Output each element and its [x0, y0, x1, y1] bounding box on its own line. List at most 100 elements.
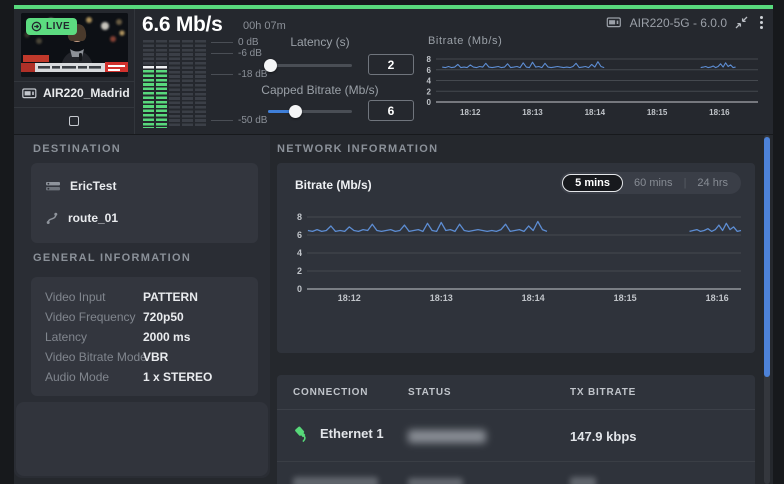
app-window: LIVE AIR220_Madrid 6.6 Mb/s 00h 07m 0 dB…: [0, 0, 784, 484]
info-label: Video Bitrate Mode: [45, 350, 147, 364]
destination-item[interactable]: EricTest: [45, 179, 116, 193]
collapse-panel-button[interactable]: [735, 16, 748, 29]
meter-scale-label: -18 dB: [238, 69, 267, 80]
info-label: Video Frequency: [45, 310, 136, 324]
range-tab-60-mins[interactable]: 60 mins: [623, 177, 684, 189]
kebab-dot: [760, 26, 763, 29]
destination-item[interactable]: route_01: [45, 211, 118, 225]
destination-label: route_01: [68, 211, 118, 225]
meter-segments: [143, 70, 154, 128]
general-info-card: Video InputPATTERN Video Frequency 720p50…: [31, 277, 258, 396]
bitrate-chart: 0246818:1218:1318:1418:1518:16: [283, 205, 749, 345]
transmitter-icon: [22, 88, 37, 99]
divider: [277, 461, 755, 462]
info-value: VBR: [143, 350, 168, 364]
svg-text:8: 8: [427, 55, 432, 64]
mini-bitrate-chart: 0246818:1218:1318:1418:1518:16: [420, 47, 772, 129]
transmitter-icon: [606, 17, 622, 28]
header-actions: AIR220-5G - 6.0.0: [606, 15, 767, 30]
svg-text:8: 8: [297, 212, 302, 222]
info-value: 720p50: [143, 310, 184, 324]
svg-text:18:15: 18:15: [647, 108, 668, 117]
header-bar: LIVE AIR220_Madrid 6.6 Mb/s 00h 07m 0 dB…: [14, 5, 773, 134]
destination-card: EricTest route_01: [31, 163, 258, 243]
more-options-button[interactable]: [756, 15, 767, 30]
latency-slider-handle[interactable]: [264, 59, 277, 72]
tx-bitrate-value: 147.9 kbps: [570, 429, 637, 444]
partial-row-bitrate-redacted: [570, 477, 596, 484]
video-thumbnail[interactable]: LIVE: [21, 13, 128, 77]
capped-bitrate-slider-handle[interactable]: [289, 105, 302, 118]
svg-text:6: 6: [427, 66, 432, 75]
meter-segments: [143, 40, 154, 66]
info-row: Video Frequency 720p50: [45, 310, 245, 326]
latency-input[interactable]: 2: [368, 54, 414, 75]
svg-text:18:12: 18:12: [460, 108, 481, 117]
info-value: PATTERN: [143, 290, 198, 304]
svg-text:18:14: 18:14: [522, 293, 545, 303]
select-checkbox[interactable]: [69, 116, 79, 126]
meter-segments: [195, 40, 206, 128]
meter-column: [182, 40, 193, 128]
live-label: LIVE: [46, 21, 70, 32]
meter-segments: [169, 40, 180, 128]
partial-row-connection-redacted: [293, 477, 378, 484]
connections-table-card: CONNECTION STATUS TX BITRATE Ethernet 1 …: [277, 375, 755, 484]
live-badge: LIVE: [26, 18, 77, 35]
column-header-status: STATUS: [408, 387, 451, 398]
receiver-icon: [45, 180, 61, 192]
capped-bitrate-slider[interactable]: [268, 110, 352, 113]
meter-scale-label: 0 dB: [238, 37, 259, 48]
svg-text:18:12: 18:12: [338, 293, 361, 303]
meter-segments: [156, 70, 167, 128]
mini-chart-title: Bitrate (Mb/s): [428, 35, 502, 47]
device-name-row[interactable]: AIR220_Madrid: [22, 82, 132, 104]
info-value: 1 x STEREO: [143, 370, 212, 384]
meter-scale-label: -6 dB: [238, 48, 262, 59]
device-summary-column: LIVE AIR220_Madrid: [14, 9, 135, 134]
latency-slider[interactable]: [268, 64, 352, 67]
scrollbar-thumb[interactable]: [764, 137, 770, 377]
meter-scale-row: -6 dB: [211, 48, 262, 59]
svg-text:4: 4: [297, 248, 302, 258]
capped-bitrate-input[interactable]: 6: [368, 100, 414, 121]
range-tab-5-mins[interactable]: 5 mins: [562, 174, 623, 192]
network-section-title: NETWORK INFORMATION: [277, 143, 438, 155]
meter-scale-row: -18 dB: [211, 69, 267, 80]
time-range-selector: 5 mins 60 mins | 24 hrs: [560, 172, 741, 194]
column-header-tx-bitrate: TX BITRATE: [570, 387, 636, 398]
select-row: [14, 108, 134, 134]
info-row: Latency2000 ms: [45, 330, 245, 346]
meter-scale-label: -50 dB: [238, 115, 267, 126]
svg-text:0: 0: [297, 284, 302, 294]
meter-column: [195, 40, 206, 128]
svg-text:4: 4: [427, 77, 432, 86]
tick-mark: [211, 42, 233, 43]
meter-scale-row: -50 dB: [211, 115, 267, 126]
svg-text:2: 2: [427, 87, 432, 96]
meter-segments: [182, 40, 193, 128]
info-value: 2000 ms: [143, 330, 190, 344]
range-tab-24-hrs[interactable]: 24 hrs: [686, 177, 739, 189]
live-arrow-icon: [31, 21, 42, 32]
kebab-dot: [760, 21, 763, 24]
svg-text:18:13: 18:13: [522, 108, 543, 117]
collapse-icon: [735, 16, 748, 29]
column-header-connection: CONNECTION: [293, 387, 368, 398]
kebab-dot: [760, 16, 763, 19]
svg-text:18:13: 18:13: [430, 293, 453, 303]
audio-level-meter: [143, 40, 207, 128]
destination-section-title: DESTINATION: [33, 143, 121, 155]
svg-text:6: 6: [297, 230, 302, 240]
empty-section-card: [16, 402, 268, 476]
bitrate-chart-card: Bitrate (Mb/s) 5 mins 60 mins | 24 hrs 0…: [277, 163, 755, 353]
tick-mark: [211, 120, 233, 121]
info-label: Audio Mode: [45, 370, 109, 384]
info-row: Video InputPATTERN: [45, 290, 245, 306]
meter-column: [143, 40, 154, 128]
meter-scale-row: 0 dB: [211, 37, 259, 48]
svg-text:18:14: 18:14: [585, 108, 606, 117]
divider: [277, 409, 755, 410]
general-info-section-title: GENERAL INFORMATION: [33, 252, 191, 264]
connection-name: Ethernet 1: [320, 426, 384, 441]
